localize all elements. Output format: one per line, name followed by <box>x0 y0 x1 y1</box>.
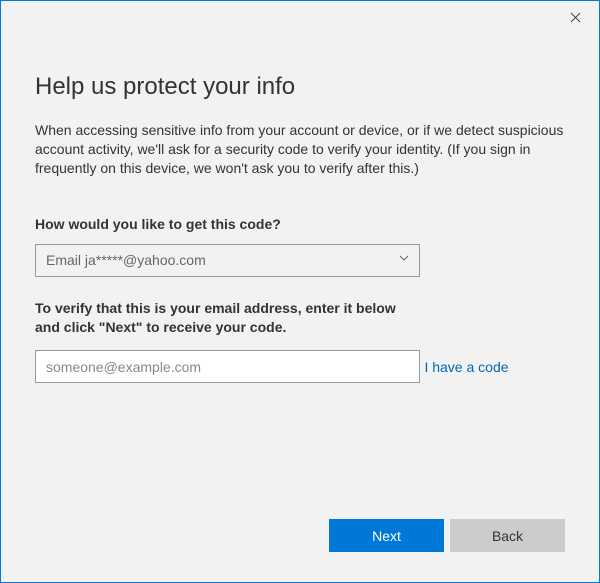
have-code-link[interactable]: I have a code <box>424 359 508 375</box>
method-select-value: Email ja*****@yahoo.com <box>35 244 420 277</box>
back-button[interactable]: Back <box>450 519 565 552</box>
dialog-content: Help us protect your info When accessing… <box>1 1 599 401</box>
method-label: How would you like to get this code? <box>35 216 565 232</box>
page-title: Help us protect your info <box>35 73 565 101</box>
button-row: Next Back <box>329 519 565 552</box>
next-button[interactable]: Next <box>329 519 444 552</box>
close-button[interactable] <box>559 5 591 33</box>
description-text: When accessing sensitive info from your … <box>35 121 565 178</box>
verify-label: To verify that this is your email addres… <box>35 299 415 337</box>
method-select[interactable]: Email ja*****@yahoo.com <box>35 244 420 277</box>
email-field[interactable] <box>35 350 420 383</box>
close-icon <box>570 10 581 28</box>
